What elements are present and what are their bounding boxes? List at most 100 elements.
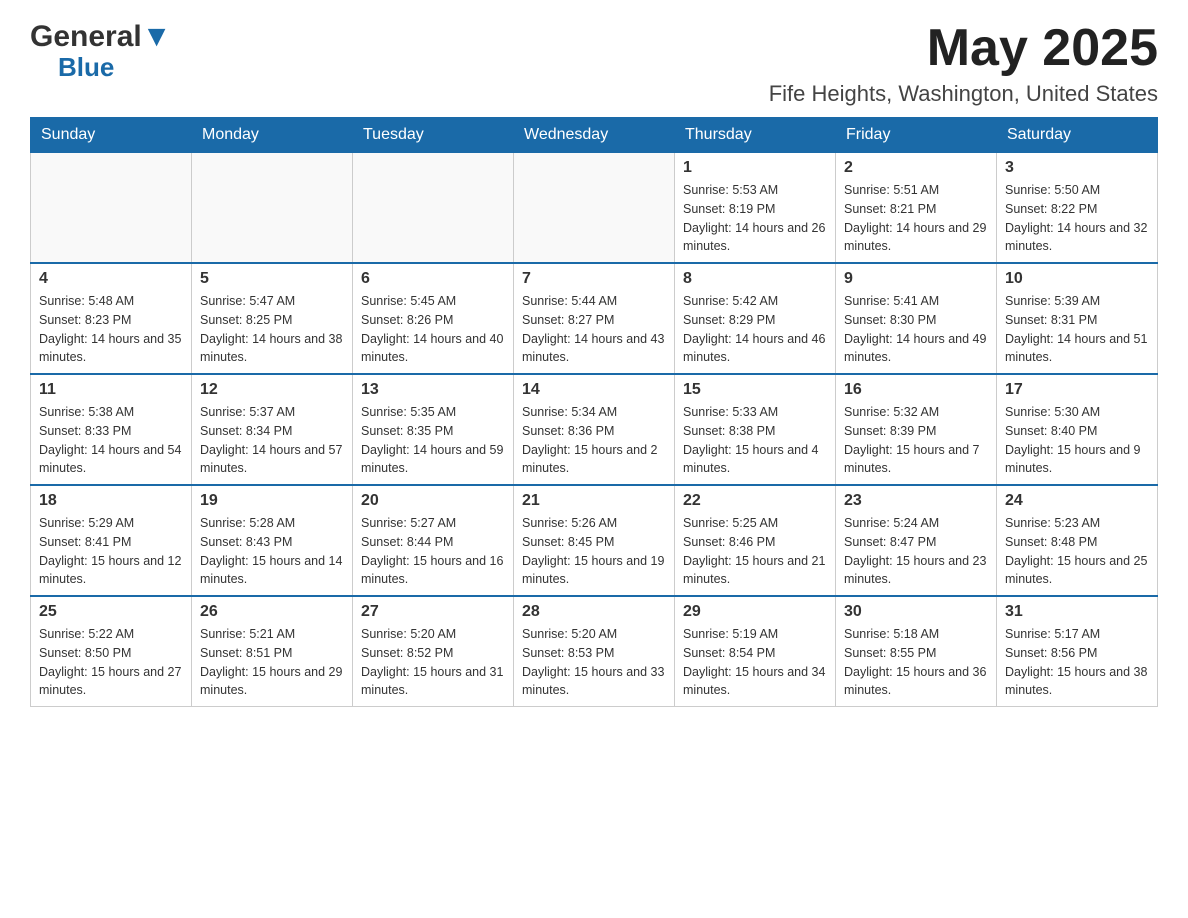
calendar-cell: 31Sunrise: 5:17 AMSunset: 8:56 PMDayligh… [997,596,1158,707]
day-number: 13 [361,381,505,399]
title-section: May 2025 Fife Heights, Washington, Unite… [769,20,1158,107]
day-info: Sunrise: 5:27 AMSunset: 8:44 PMDaylight:… [361,514,505,589]
day-info: Sunrise: 5:33 AMSunset: 8:38 PMDaylight:… [683,403,827,478]
day-info: Sunrise: 5:42 AMSunset: 8:29 PMDaylight:… [683,292,827,367]
calendar-cell: 16 Sunrise: 5:32 AMSunset: 8:39 PMDayligh… [836,374,997,485]
page-header: General▼ Blue May 2025 Fife Heights, Was… [30,20,1158,107]
day-info: Sunrise: 5:24 AMSunset: 8:47 PMDaylight:… [844,514,988,589]
day-number: 3 [1005,159,1149,177]
day-number: 11 [39,381,183,399]
day-info: Sunrise: 5:26 AMSunset: 8:45 PMDaylight:… [522,514,666,589]
calendar-cell: 22Sunrise: 5:25 AMSunset: 8:46 PMDayligh… [675,485,836,596]
col-monday: Monday [192,118,353,153]
calendar-cell: 8 Sunrise: 5:42 AMSunset: 8:29 PMDaylight… [675,263,836,374]
day-number: 14 [522,381,666,399]
day-number: 1 [683,159,827,177]
day-number: 5 [200,270,344,288]
day-info: Sunrise: 5:39 AMSunset: 8:31 PMDaylight:… [1005,292,1149,367]
day-info: Sunrise: 5:50 AMSunset: 8:22 PMDaylight:… [1005,181,1149,256]
calendar-cell: 25Sunrise: 5:22 AMSunset: 8:50 PMDayligh… [31,596,192,707]
calendar-cell: 28 Sunrise: 5:20 AMSunset: 8:53 PMDayligh… [514,596,675,707]
day-number: 31 [1005,603,1149,621]
day-info: Sunrise: 5:38 AMSunset: 8:33 PMDaylight:… [39,403,183,478]
day-number: 12 [200,381,344,399]
day-info: Sunrise: 5:30 AMSunset: 8:40 PMDaylight:… [1005,403,1149,478]
calendar-week-1: 1 Sunrise: 5:53 AMSunset: 8:19 PMDaylight… [31,153,1158,264]
day-number: 2 [844,159,988,177]
calendar-cell: 12Sunrise: 5:37 AMSunset: 8:34 PMDayligh… [192,374,353,485]
day-info: Sunrise: 5:45 AMSunset: 8:26 PMDaylight:… [361,292,505,367]
calendar-cell: 18Sunrise: 5:29 AMSunset: 8:41 PMDayligh… [31,485,192,596]
calendar-week-4: 18Sunrise: 5:29 AMSunset: 8:41 PMDayligh… [31,485,1158,596]
calendar-cell: 14 Sunrise: 5:34 AMSunset: 8:36 PMDayligh… [514,374,675,485]
col-friday: Friday [836,118,997,153]
day-number: 24 [1005,492,1149,510]
day-number: 26 [200,603,344,621]
day-info: Sunrise: 5:41 AMSunset: 8:30 PMDaylight:… [844,292,988,367]
calendar-cell: 2Sunrise: 5:51 AMSunset: 8:21 PMDaylight… [836,153,997,264]
calendar-cell: 11 Sunrise: 5:38 AMSunset: 8:33 PMDayligh… [31,374,192,485]
calendar-cell: 21 Sunrise: 5:26 AMSunset: 8:45 PMDayligh… [514,485,675,596]
day-info: Sunrise: 5:18 AMSunset: 8:55 PMDaylight:… [844,625,988,700]
logo: General▼ Blue [30,20,171,83]
day-number: 19 [200,492,344,510]
day-number: 28 [522,603,666,621]
day-number: 10 [1005,270,1149,288]
calendar-cell: 1 Sunrise: 5:53 AMSunset: 8:19 PMDaylight… [675,153,836,264]
day-info: Sunrise: 5:34 AMSunset: 8:36 PMDaylight:… [522,403,666,478]
day-number: 8 [683,270,827,288]
day-info: Sunrise: 5:48 AMSunset: 8:23 PMDaylight:… [39,292,183,367]
day-number: 17 [1005,381,1149,399]
calendar-cell: 24Sunrise: 5:23 AMSunset: 8:48 PMDayligh… [997,485,1158,596]
calendar-cell: 13 Sunrise: 5:35 AMSunset: 8:35 PMDayligh… [353,374,514,485]
day-number: 4 [39,270,183,288]
calendar-week-5: 25Sunrise: 5:22 AMSunset: 8:50 PMDayligh… [31,596,1158,707]
day-info: Sunrise: 5:47 AMSunset: 8:25 PMDaylight:… [200,292,344,367]
day-info: Sunrise: 5:20 AMSunset: 8:53 PMDaylight:… [522,625,666,700]
calendar-cell: 20Sunrise: 5:27 AMSunset: 8:44 PMDayligh… [353,485,514,596]
day-info: Sunrise: 5:53 AMSunset: 8:19 PMDaylight:… [683,181,827,256]
calendar-week-2: 4 Sunrise: 5:48 AMSunset: 8:23 PMDaylight… [31,263,1158,374]
day-number: 22 [683,492,827,510]
calendar-cell [31,153,192,264]
day-number: 23 [844,492,988,510]
col-tuesday: Tuesday [353,118,514,153]
day-number: 7 [522,270,666,288]
day-info: Sunrise: 5:20 AMSunset: 8:52 PMDaylight:… [361,625,505,700]
calendar-cell: 4 Sunrise: 5:48 AMSunset: 8:23 PMDaylight… [31,263,192,374]
day-info: Sunrise: 5:21 AMSunset: 8:51 PMDaylight:… [200,625,344,700]
logo-blue-text: Blue [58,52,114,82]
calendar-cell: 27 Sunrise: 5:20 AMSunset: 8:52 PMDayligh… [353,596,514,707]
logo-blue-inline: ▼ [142,20,172,53]
day-number: 16 [844,381,988,399]
day-number: 21 [522,492,666,510]
day-info: Sunrise: 5:28 AMSunset: 8:43 PMDaylight:… [200,514,344,589]
col-sunday: Sunday [31,118,192,153]
calendar-cell: 19 Sunrise: 5:28 AMSunset: 8:43 PMDayligh… [192,485,353,596]
calendar-cell: 26 Sunrise: 5:21 AMSunset: 8:51 PMDayligh… [192,596,353,707]
calendar-cell: 15Sunrise: 5:33 AMSunset: 8:38 PMDayligh… [675,374,836,485]
calendar-table: Sunday Monday Tuesday Wednesday Thursday… [30,117,1158,707]
calendar-cell [514,153,675,264]
day-number: 30 [844,603,988,621]
calendar-cell: 7 Sunrise: 5:44 AMSunset: 8:27 PMDaylight… [514,263,675,374]
calendar-cell: 10 Sunrise: 5:39 AMSunset: 8:31 PMDayligh… [997,263,1158,374]
logo-general-text: General▼ [30,20,171,54]
day-info: Sunrise: 5:19 AMSunset: 8:54 PMDaylight:… [683,625,827,700]
day-number: 27 [361,603,505,621]
col-wednesday: Wednesday [514,118,675,153]
month-title: May 2025 [769,20,1158,77]
logo-general-label: General [30,20,142,53]
day-info: Sunrise: 5:32 AMSunset: 8:39 PMDaylight:… [844,403,988,478]
calendar-header-row: Sunday Monday Tuesday Wednesday Thursday… [31,118,1158,153]
day-number: 25 [39,603,183,621]
day-info: Sunrise: 5:35 AMSunset: 8:35 PMDaylight:… [361,403,505,478]
calendar-cell: 29 Sunrise: 5:19 AMSunset: 8:54 PMDayligh… [675,596,836,707]
day-info: Sunrise: 5:29 AMSunset: 8:41 PMDaylight:… [39,514,183,589]
location-title: Fife Heights, Washington, United States [769,81,1158,107]
calendar-cell: 17 Sunrise: 5:30 AMSunset: 8:40 PMDayligh… [997,374,1158,485]
day-number: 6 [361,270,505,288]
calendar-cell: 23 Sunrise: 5:24 AMSunset: 8:47 PMDayligh… [836,485,997,596]
day-number: 29 [683,603,827,621]
day-info: Sunrise: 5:44 AMSunset: 8:27 PMDaylight:… [522,292,666,367]
